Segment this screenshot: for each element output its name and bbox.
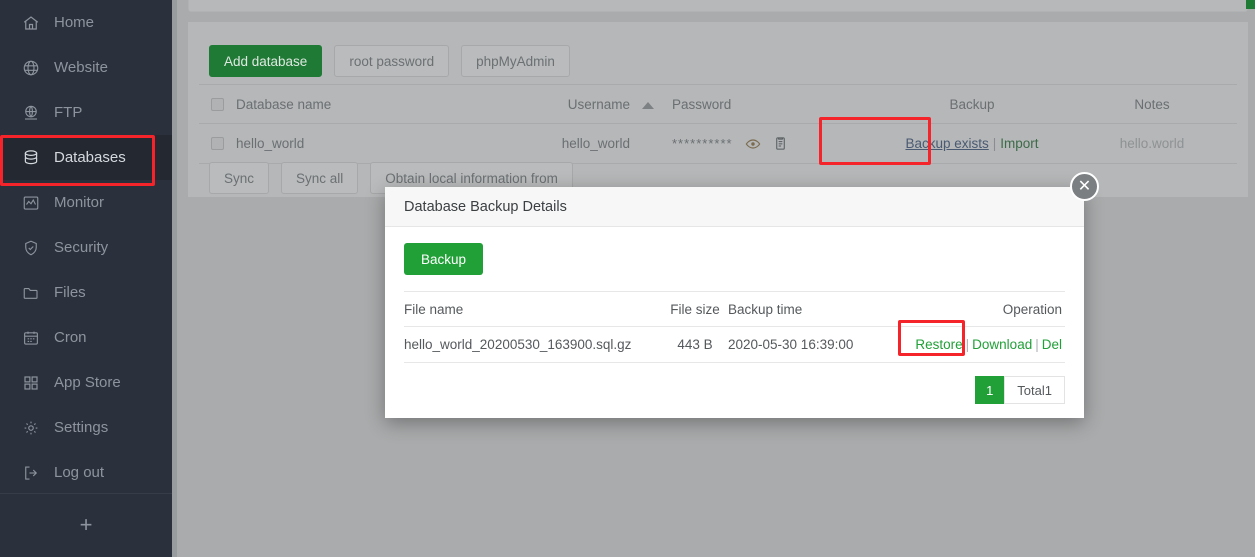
sidebar-item-label: Settings	[54, 420, 108, 435]
sidebar-item-cron[interactable]: Cron	[0, 315, 172, 360]
gear-icon	[20, 417, 42, 439]
column-header-operation: Operation	[903, 302, 1065, 317]
sidebar-item-security[interactable]: Security	[0, 225, 172, 270]
cell-notes: hello.world	[1072, 136, 1232, 151]
sidebar-item-label: Website	[54, 60, 108, 75]
link-separator: |	[966, 337, 970, 352]
sidebar-item-home[interactable]: Home	[0, 0, 172, 45]
link-separator: |	[1035, 337, 1039, 352]
root-password-button[interactable]: root password	[334, 45, 449, 77]
sidebar-item-settings[interactable]: Settings	[0, 405, 172, 450]
sidebar-item-databases[interactable]: Databases	[0, 135, 172, 180]
pagination: 1 Total1	[404, 376, 1065, 404]
sidebar-item-files[interactable]: Files	[0, 270, 172, 315]
pagination-total: Total1	[1004, 376, 1065, 404]
sidebar-item-label: Cron	[54, 330, 87, 345]
databases-panel: Add database root password phpMyAdmin Da…	[188, 22, 1248, 197]
database-backup-details-modal: ✕ Database Backup Details Backup File na…	[385, 187, 1084, 418]
modal-body: Backup File name File size Backup time O…	[385, 227, 1084, 404]
database-icon	[20, 147, 42, 169]
password-mask: **********	[672, 136, 733, 151]
sidebar-item-ftp[interactable]: FTP	[0, 90, 172, 135]
column-header-password[interactable]: Password	[672, 97, 872, 112]
sidebar-item-label: Security	[54, 240, 108, 255]
cell-operation: Restore|Download|Del	[903, 337, 1065, 352]
top-panel-strip	[188, 0, 1248, 12]
monitor-chart-icon	[20, 192, 42, 214]
grid-apps-icon	[20, 372, 42, 394]
logout-icon	[20, 462, 42, 484]
cell-backup: Backup exists |Import	[872, 136, 1072, 151]
sidebar-item-label: FTP	[54, 105, 82, 120]
page-number-1[interactable]: 1	[975, 376, 1004, 404]
databases-table: Database name Username Password Backup N…	[199, 84, 1237, 164]
app-root: Home Website FTP	[0, 0, 1255, 557]
eye-icon[interactable]	[745, 136, 761, 152]
table-row: hello_world_20200530_163900.sql.gz 443 B…	[404, 327, 1065, 363]
add-database-button[interactable]: Add database	[209, 45, 322, 77]
sidebar-item-label: Monitor	[54, 195, 104, 210]
sidebar-edge	[172, 0, 177, 557]
sidebar-item-app-store[interactable]: App Store	[0, 360, 172, 405]
cell-file-name: hello_world_20200530_163900.sql.gz	[404, 337, 662, 352]
sidebar: Home Website FTP	[0, 0, 172, 557]
backup-button[interactable]: Backup	[404, 243, 483, 275]
cell-backup-time: 2020-05-30 16:39:00	[728, 337, 903, 352]
backup-exists-link[interactable]: Backup exists	[905, 136, 988, 151]
delete-link[interactable]: Del	[1042, 337, 1062, 352]
close-icon[interactable]: ✕	[1070, 172, 1099, 201]
database-toolbar: Add database root password phpMyAdmin	[209, 45, 570, 77]
column-header-database-name[interactable]: Database name	[236, 97, 508, 112]
top-right-green-marker	[1246, 0, 1255, 9]
cell-database-name: hello_world	[236, 136, 508, 151]
modal-title: Database Backup Details	[385, 187, 1084, 227]
phpmyadmin-button[interactable]: phpMyAdmin	[461, 45, 570, 77]
column-header-notes[interactable]: Notes	[1072, 97, 1232, 112]
table-header-row: File name File size Backup time Operatio…	[404, 291, 1065, 327]
checkbox-box	[211, 137, 224, 150]
shield-icon	[20, 237, 42, 259]
sort-ascending-icon[interactable]	[634, 97, 672, 112]
column-header-backup[interactable]: Backup	[872, 97, 1072, 112]
column-header-file-name: File name	[404, 302, 662, 317]
sidebar-add-button[interactable]: +	[0, 494, 172, 556]
home-icon	[20, 12, 42, 34]
sidebar-item-label: Databases	[54, 150, 126, 165]
ftp-globe-icon	[20, 102, 42, 124]
download-link[interactable]: Download	[972, 337, 1032, 352]
table-row: hello_world hello_world **********	[199, 124, 1237, 164]
sidebar-item-log-out[interactable]: Log out	[0, 450, 172, 495]
column-header-backup-time: Backup time	[728, 302, 903, 317]
backup-files-table: File name File size Backup time Operatio…	[404, 291, 1065, 363]
sidebar-item-website[interactable]: Website	[0, 45, 172, 90]
notes-text: hello.world	[1120, 136, 1185, 151]
row-checkbox[interactable]	[199, 137, 236, 150]
column-header-username[interactable]: Username	[508, 97, 634, 112]
import-link[interactable]: Import	[1000, 136, 1038, 151]
sidebar-item-label: Log out	[54, 465, 104, 480]
copy-icon[interactable]	[773, 136, 788, 151]
select-all-checkbox[interactable]	[199, 98, 236, 111]
sidebar-item-label: App Store	[54, 375, 121, 390]
restore-link[interactable]: Restore	[915, 337, 962, 352]
calendar-icon	[20, 327, 42, 349]
table-header-row: Database name Username Password Backup N…	[199, 84, 1237, 124]
folder-icon	[20, 282, 42, 304]
sidebar-item-label: Home	[54, 15, 94, 30]
sidebar-item-monitor[interactable]: Monitor	[0, 180, 172, 225]
globe-icon	[20, 57, 42, 79]
cell-username: hello_world	[508, 136, 634, 151]
sync-all-button[interactable]: Sync all	[281, 162, 358, 194]
cell-password: **********	[672, 136, 872, 152]
link-separator: |	[993, 136, 997, 151]
column-header-file-size: File size	[662, 302, 728, 317]
sync-button[interactable]: Sync	[209, 162, 269, 194]
checkbox-box	[211, 98, 224, 111]
sidebar-item-label: Files	[54, 285, 86, 300]
cell-file-size: 443 B	[662, 337, 728, 352]
